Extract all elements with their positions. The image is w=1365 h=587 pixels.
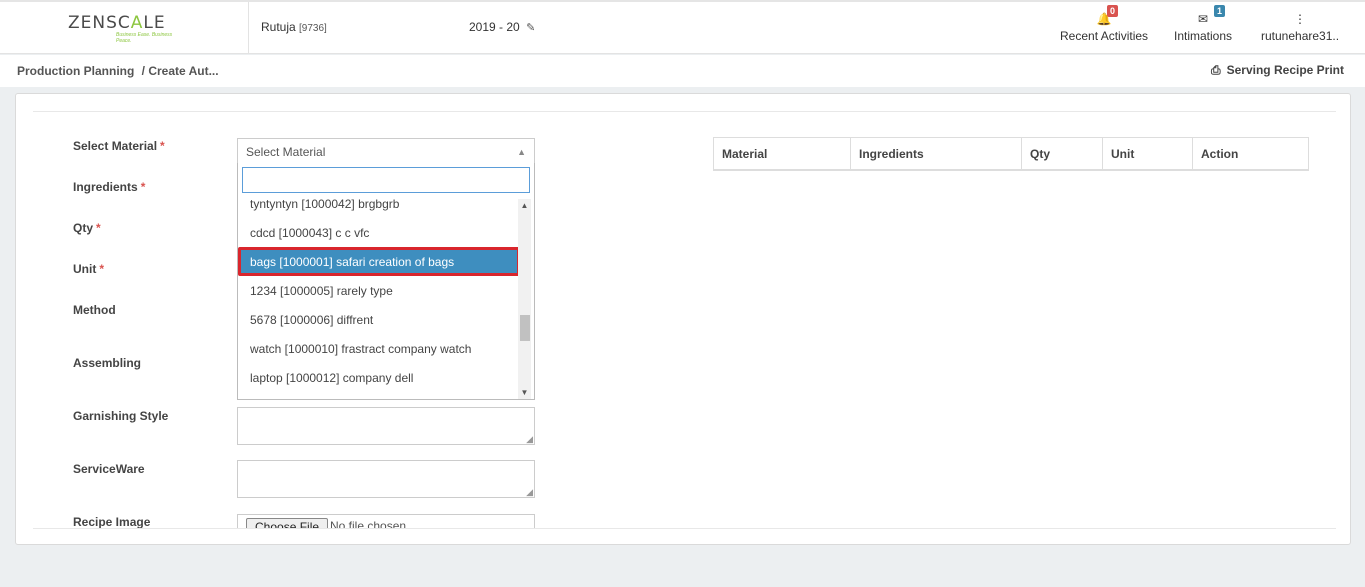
scroll-down-arrow-icon[interactable]: ▼ — [518, 386, 531, 399]
breadcrumb-current: / Create Aut... — [141, 64, 219, 78]
breadcrumb-bar: Production Planning / Create Aut... ⎙ Ser… — [0, 55, 1365, 87]
table-header-ingredients: Ingredients — [851, 138, 1022, 170]
intimations-button[interactable]: ✉ 1 Intimations — [1174, 5, 1233, 43]
select-material-dropdown[interactable]: Select Material ▲ — [237, 138, 535, 164]
printer-icon: ⎙ — [1211, 63, 1221, 77]
select-material-value: Select Material — [246, 145, 326, 159]
user-name: Rutuja — [261, 20, 296, 34]
card-divider-bottom — [33, 528, 1336, 529]
zenscale-logo[interactable]: ZENSCALE Business Ease. Business Peace. — [68, 13, 183, 44]
material-option[interactable]: cdcd [1000043] c c vfc — [238, 218, 520, 247]
company-user: Rutuja [9736] — [261, 20, 327, 34]
no-file-text: No file chosen — [330, 519, 407, 528]
card-divider-top — [33, 111, 1336, 112]
choose-file-button[interactable]: Choose File — [246, 518, 329, 528]
table-header-material: Material — [714, 138, 851, 170]
garnishing-style-textarea[interactable]: ◢ — [237, 407, 535, 445]
bell-icon: 🔔 0 — [1060, 5, 1148, 27]
account-label: rutunehare31.. — [1261, 29, 1340, 43]
resize-grip-icon[interactable]: ◢ — [526, 435, 533, 444]
recipe-image-label: Recipe Image — [73, 515, 151, 529]
select-material-label: Select Material * — [73, 139, 165, 153]
material-options-list: tyntyntyn [1000042] brgbgrb cdcd [1000043… — [238, 199, 520, 399]
intimations-label: Intimations — [1174, 29, 1233, 43]
top-header: ZENSCALE Business Ease. Business Peace. … — [0, 0, 1365, 54]
breadcrumb: Production Planning / Create Aut... — [17, 64, 219, 78]
material-option-selected[interactable]: bags [1000001] safari creation of bags — [238, 247, 520, 276]
table-header-action: Action — [1201, 147, 1239, 161]
financial-year-value: 2019 - 20 — [469, 20, 520, 34]
serving-recipe-print-button[interactable]: ⎙ Serving Recipe Print — [1211, 63, 1344, 78]
serviceware-textarea[interactable]: ◢ — [237, 460, 535, 498]
ingredients-label: Ingredients * — [73, 180, 146, 194]
material-option[interactable]: 1234 [1000005] rarely type — [238, 276, 520, 305]
material-option[interactable]: 5678 [1000006] diffrent — [238, 305, 520, 334]
table-header-unit: Unit — [1103, 138, 1193, 170]
recent-activities-label: Recent Activities — [1060, 29, 1149, 43]
logo-tagline: Business Ease. Business Peace. — [116, 32, 173, 44]
account-menu-button[interactable]: ⋮ rutunehare31.. — [1261, 11, 1339, 43]
assembling-label: Assembling — [73, 356, 142, 370]
vertical-ellipsis-icon: ⋮ — [1294, 12, 1307, 26]
print-label: Serving Recipe Print — [1226, 63, 1344, 77]
material-search-input[interactable] — [242, 167, 530, 193]
dropdown-scrollbar[interactable]: ▲ ▼ — [518, 199, 531, 399]
financial-year[interactable]: 2019 - 20 ✎ — [469, 20, 535, 34]
recent-activities-button[interactable]: 🔔 0 Recent Activities — [1060, 5, 1149, 43]
header-divider — [248, 2, 249, 54]
ingredients-table: Material Ingredients Qty Unit Action — [713, 137, 1309, 171]
resize-grip-icon[interactable]: ◢ — [526, 488, 533, 497]
material-option[interactable]: icecreamcake [1000014] different type of… — [238, 392, 520, 399]
user-id: [9736] — [299, 23, 327, 34]
caret-up-icon: ▲ — [517, 147, 526, 157]
qty-label: Qty * — [73, 221, 101, 235]
unit-label: Unit * — [73, 262, 104, 276]
recipe-form-card: Select Material * Ingredients * Qty * Unit *… — [15, 93, 1351, 545]
edit-icon[interactable]: ✎ — [526, 22, 535, 34]
scrollbar-thumb[interactable] — [520, 315, 530, 341]
material-option[interactable]: tyntyntyn [1000042] brgbgrb — [238, 199, 520, 218]
method-label: Method — [73, 303, 116, 317]
intimations-badge: 1 — [1214, 5, 1226, 17]
logo-wordmark: ZENSCALE — [68, 13, 166, 33]
breadcrumb-root[interactable]: Production Planning — [17, 64, 134, 78]
material-dropdown-panel: tyntyntyn [1000042] brgbgrb cdcd [1000043… — [237, 163, 535, 400]
table-header-qty: Qty — [1022, 138, 1103, 170]
recipe-image-file-input[interactable]: Choose File No file chosen — [237, 514, 535, 528]
recent-activities-badge: 0 — [1107, 5, 1119, 17]
material-option[interactable]: laptop [1000012] company dell — [238, 363, 520, 392]
serviceware-label: ServiceWare — [73, 462, 145, 476]
material-option[interactable]: watch [1000010] frastract company watch — [238, 334, 520, 363]
scroll-up-arrow-icon[interactable]: ▲ — [518, 199, 531, 212]
envelope-icon: ✉ 1 — [1174, 5, 1232, 27]
garnishing-style-label: Garnishing Style — [73, 409, 169, 423]
